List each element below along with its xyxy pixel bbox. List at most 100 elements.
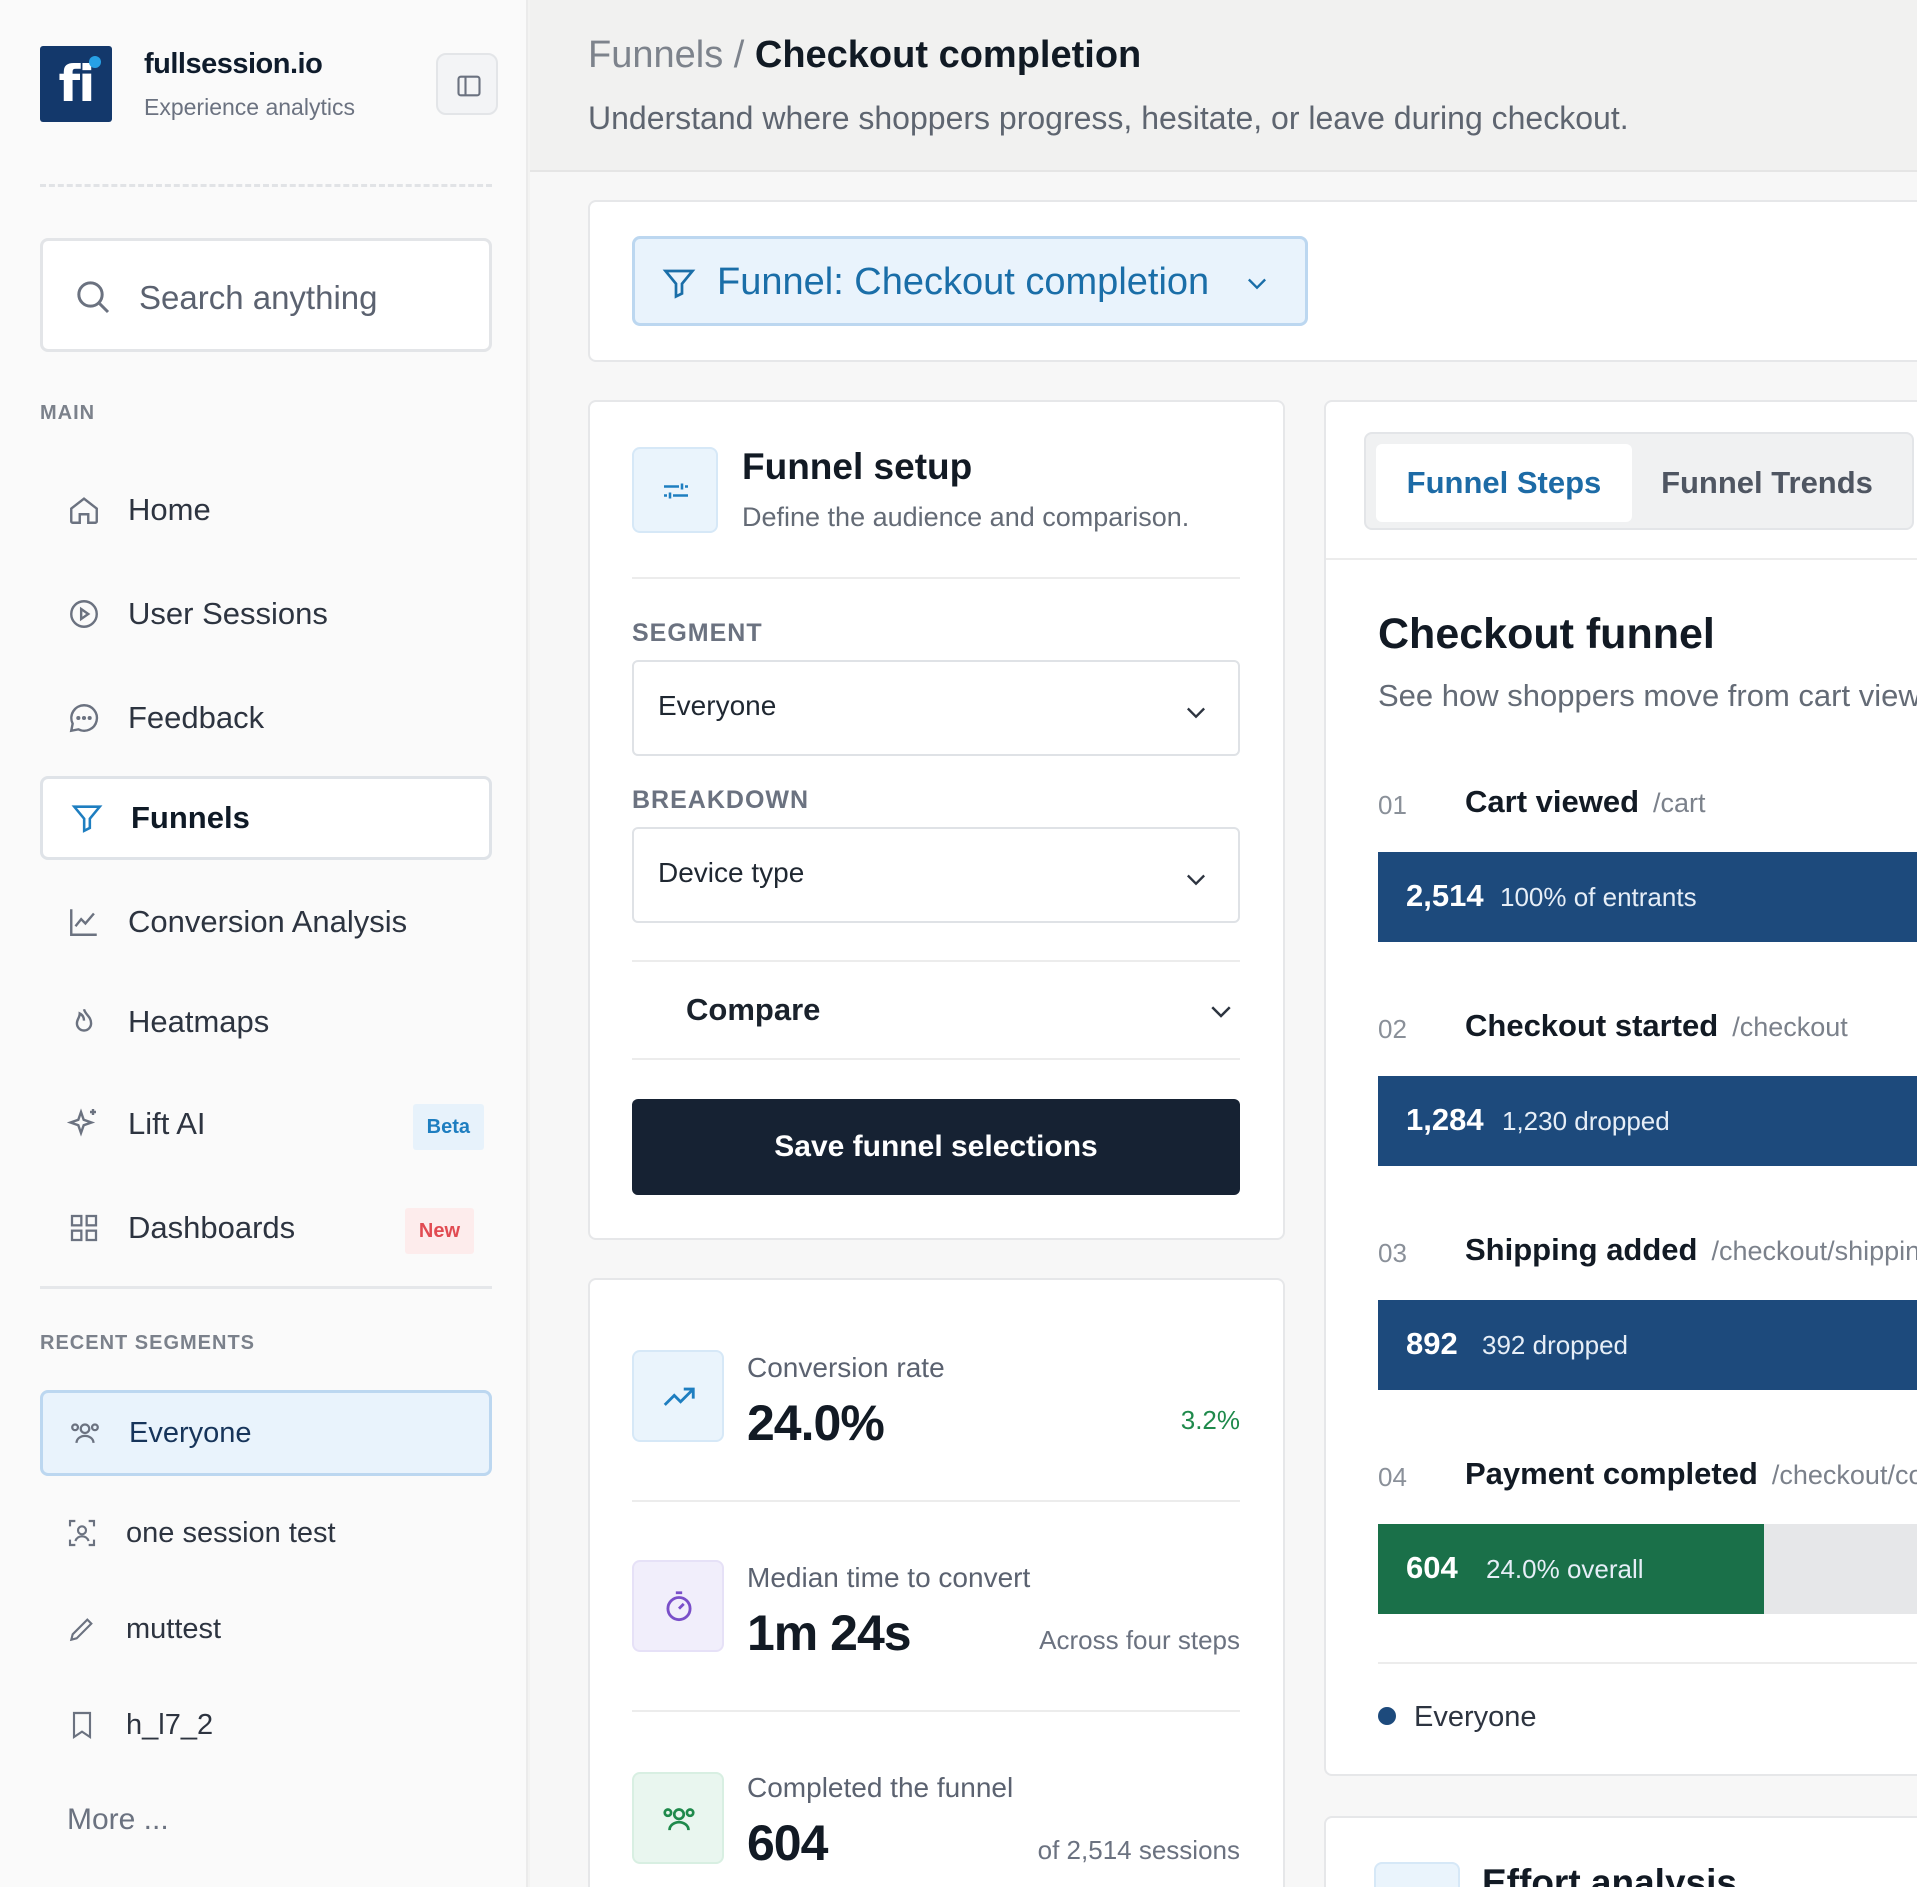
- app-root: fi fullsession.io Experience analytics S…: [0, 0, 1917, 1887]
- step-name: Checkout started/checkout: [1465, 1008, 1848, 1043]
- main-section-label: MAIN: [40, 402, 96, 424]
- breadcrumb-parent[interactable]: Funnels /: [588, 34, 744, 76]
- brand-logo[interactable]: fi: [40, 46, 112, 122]
- segment-label: muttest: [126, 1612, 222, 1645]
- step-count: 1,284: [1406, 1102, 1484, 1137]
- segment-label: Everyone: [129, 1416, 252, 1449]
- step-note: 392 dropped: [1482, 1330, 1629, 1360]
- sidebar-item-lift-ai[interactable]: Lift AI Beta: [40, 1082, 492, 1166]
- stat-label: Completed the funnel: [747, 1772, 1014, 1803]
- checkout-funnel-subtitle: See how shoppers move from cart view: [1378, 678, 1917, 713]
- funnel-bar-fill: 2,514 100% of entrants: [1378, 852, 1917, 942]
- step-path: /cart: [1653, 788, 1706, 818]
- step-number: 02: [1378, 1014, 1407, 1044]
- funnel-bar-fill: 892 392 dropped: [1378, 1300, 1917, 1390]
- brand-tagline: Experience analytics: [144, 94, 355, 120]
- setup-title: Funnel setup: [742, 446, 973, 487]
- segment-label: h_l7_2: [126, 1708, 214, 1741]
- setup-subtitle: Define the audience and comparison.: [742, 502, 1190, 532]
- divider: [1378, 1662, 1917, 1664]
- line-chart-icon: [66, 904, 102, 940]
- chevron-down-icon: [1187, 707, 1205, 719]
- tab-funnel-trends[interactable]: Funnel Trends: [1642, 444, 1892, 522]
- search-placeholder: Search anything: [139, 279, 378, 316]
- step-note: 100% of entrants: [1500, 882, 1697, 912]
- stat-value: 604: [747, 1815, 828, 1871]
- step-path: /checkout: [1732, 1012, 1848, 1042]
- divider: [632, 1500, 1240, 1502]
- chat-bubble-icon: [66, 700, 102, 736]
- sidebar-item-conversion-analysis[interactable]: Conversion Analysis: [40, 880, 492, 964]
- recent-segments-label: RECENT SEGMENTS: [40, 1332, 256, 1354]
- more-segments-link[interactable]: More ...: [67, 1803, 169, 1837]
- chevron-down-icon: [1248, 278, 1266, 290]
- sliders-icon: [632, 447, 718, 533]
- breakdown-select[interactable]: Device type: [632, 827, 1240, 923]
- segment-label: one session test: [126, 1516, 336, 1549]
- effort-icon: [1374, 1862, 1460, 1887]
- segment-select-value: Everyone: [658, 690, 777, 721]
- sidebar-item-label: Heatmaps: [128, 1004, 270, 1039]
- sidebar-item-label: Funnels: [131, 800, 250, 835]
- stat-aside: Across four steps: [1039, 1625, 1240, 1655]
- divider: [632, 1710, 1240, 1712]
- funnel-step-bar[interactable]: 1,284 1,230 dropped: [1378, 1076, 1917, 1166]
- segment-item-everyone[interactable]: Everyone: [40, 1390, 492, 1476]
- stopwatch-icon: [632, 1560, 724, 1652]
- step-note: 1,230 dropped: [1502, 1106, 1670, 1136]
- search-input[interactable]: Search anything: [40, 238, 492, 352]
- stat-value: 1m 24s: [747, 1605, 912, 1661]
- breakdown-field-label: BREAKDOWN: [632, 786, 810, 814]
- funnel-step-bar[interactable]: 892 392 dropped: [1378, 1300, 1917, 1390]
- trend-up-icon: [632, 1350, 724, 1442]
- stat-aside: of 2,514 sessions: [1037, 1835, 1240, 1865]
- chevron-down-icon[interactable]: [1206, 996, 1236, 1026]
- funnel-step-bar[interactable]: 604 24.0% overall: [1378, 1524, 1917, 1614]
- step-count: 2,514: [1406, 878, 1484, 913]
- sidebar-item-user-sessions[interactable]: User Sessions: [40, 572, 492, 656]
- user-scan-icon: [64, 1515, 100, 1551]
- divider: [1326, 558, 1917, 560]
- page-header: Funnels / Checkout completion Understand…: [530, 0, 1917, 172]
- sidebar-item-dashboards[interactable]: Dashboards New: [40, 1186, 492, 1270]
- chevron-down-icon: [1187, 874, 1205, 886]
- beta-badge: Beta: [412, 1104, 484, 1150]
- sidebar-item-home[interactable]: Home: [40, 468, 492, 552]
- breakdown-select-value: Device type: [658, 857, 805, 888]
- compare-toggle[interactable]: Compare: [686, 992, 820, 1028]
- step-name: Cart viewed/cart: [1465, 784, 1706, 819]
- brand-name: fullsession.io: [144, 48, 323, 80]
- divider: [632, 1058, 1240, 1060]
- step-path: /checkout/co: [1771, 1460, 1917, 1490]
- sidebar-item-funnels[interactable]: Funnels: [40, 776, 492, 860]
- segment-item-h-l7-2[interactable]: h_l7_2: [40, 1682, 492, 1768]
- segment-item-one-session-test[interactable]: one session test: [40, 1490, 492, 1576]
- segment-item-muttest[interactable]: muttest: [40, 1586, 492, 1672]
- bookmark-icon: [64, 1707, 100, 1743]
- divider: [632, 577, 1240, 579]
- funnel-step-bar[interactable]: 2,514 100% of entrants: [1378, 852, 1917, 942]
- stat-label: Median time to convert: [747, 1562, 1031, 1593]
- sidebar-collapse-button[interactable]: [436, 53, 498, 115]
- funnel-bar-fill: 604 24.0% overall: [1378, 1524, 1764, 1614]
- legend-label: Everyone: [1414, 1701, 1537, 1733]
- tab-funnel-steps[interactable]: Funnel Steps: [1376, 444, 1632, 522]
- save-funnel-button[interactable]: Save funnel selections: [632, 1099, 1240, 1195]
- sidebar-item-label: Home: [128, 492, 211, 527]
- funnel-bar-fill: 1,284 1,230 dropped: [1378, 1076, 1917, 1166]
- sidebar-item-feedback[interactable]: Feedback: [40, 676, 492, 760]
- funnel-dropdown[interactable]: Funnel: Checkout completion: [632, 236, 1308, 326]
- funnel-dropdown-label: Funnel: Checkout completion: [717, 261, 1210, 303]
- segment-select[interactable]: Everyone: [632, 660, 1240, 756]
- divider: [40, 184, 492, 187]
- divider: [632, 960, 1240, 962]
- sidebar-item-label: Feedback: [128, 700, 265, 735]
- sidebar: fi fullsession.io Experience analytics S…: [0, 0, 528, 1887]
- step-number: 04: [1378, 1462, 1407, 1492]
- sidebar-item-heatmaps[interactable]: Heatmaps: [40, 980, 492, 1064]
- funnel-icon: [662, 269, 696, 299]
- step-number: 01: [1378, 790, 1407, 820]
- stat-delta: 3.2%: [1180, 1405, 1240, 1435]
- page-title: Checkout completion: [754, 34, 1142, 76]
- users-icon: [632, 1772, 724, 1864]
